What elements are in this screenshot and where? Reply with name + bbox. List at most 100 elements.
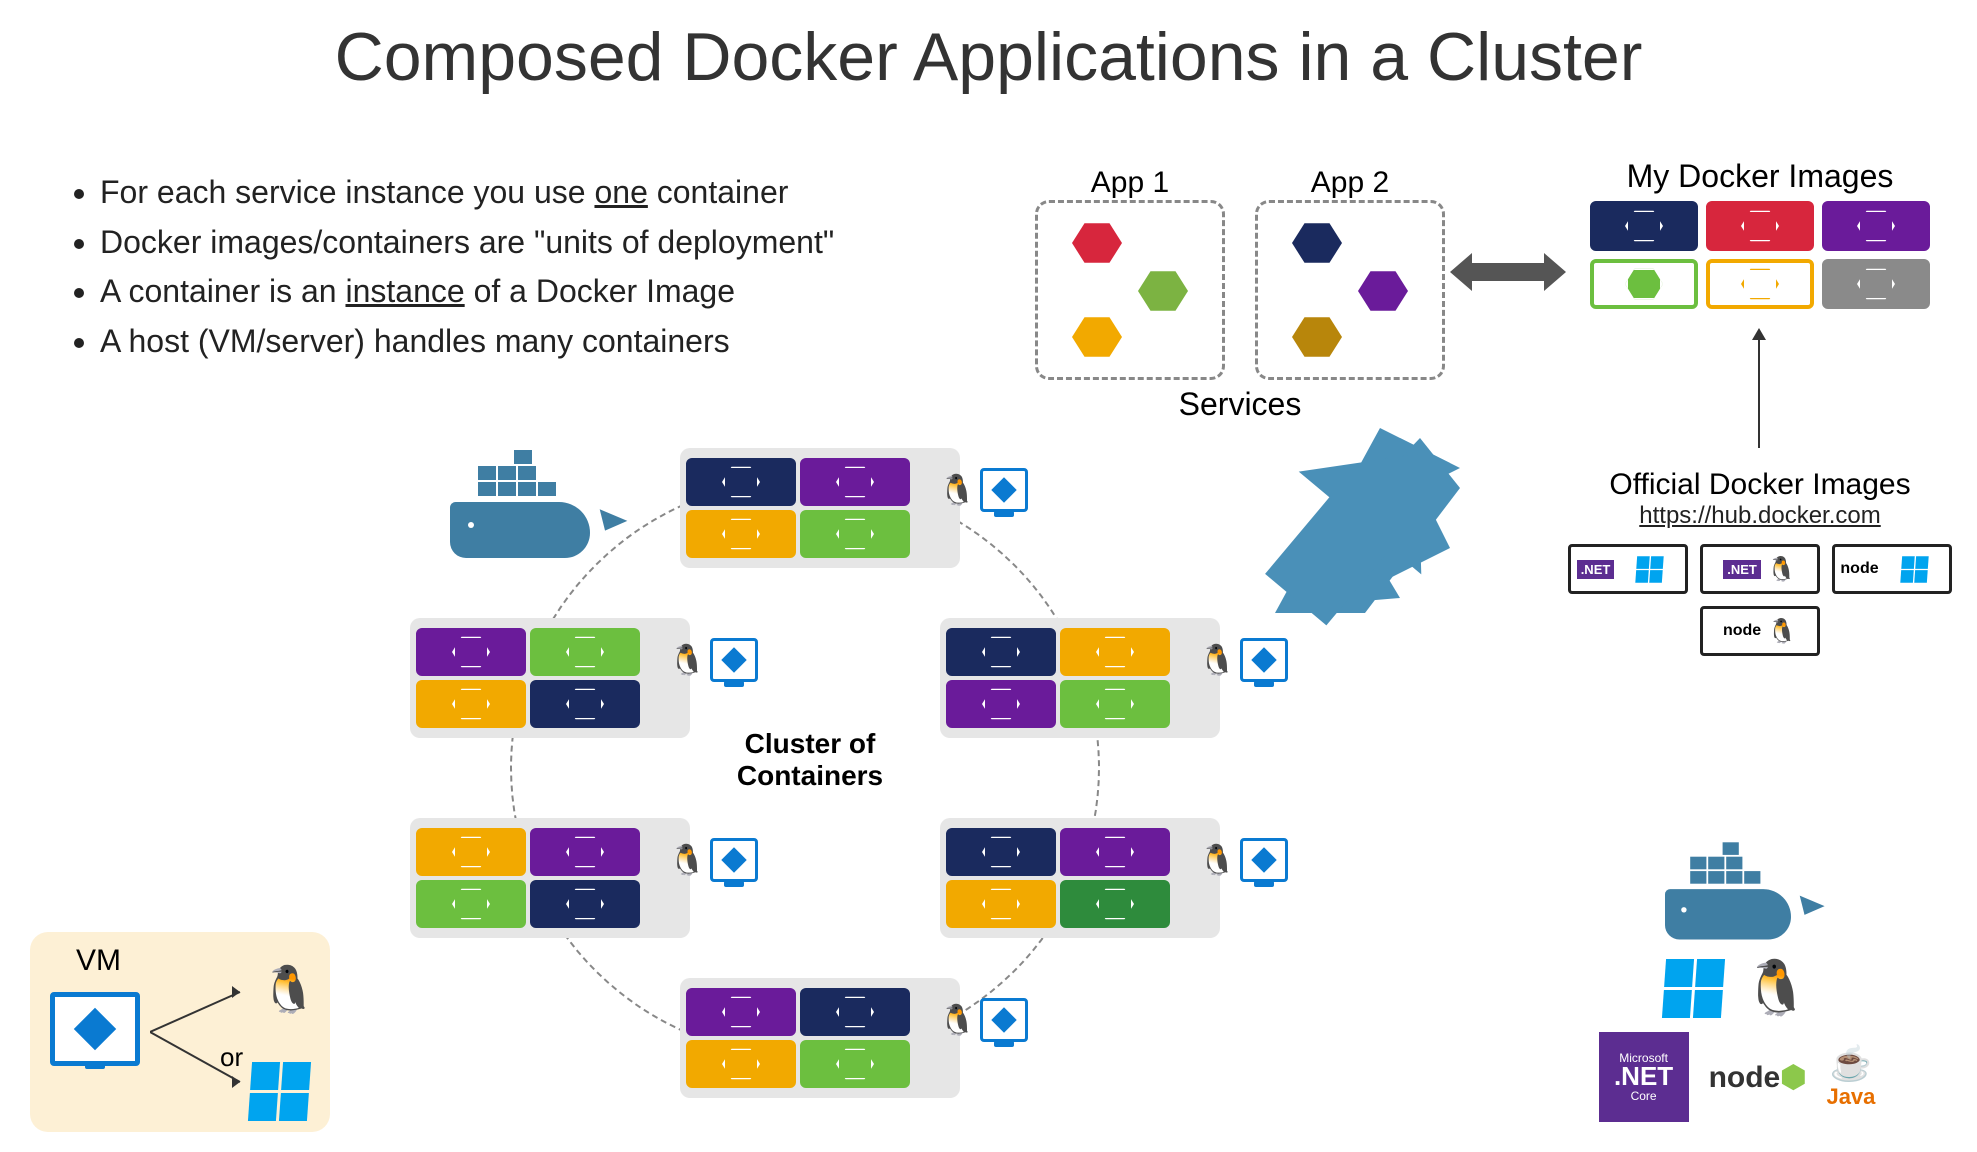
- node-icon: node⬢: [1709, 1060, 1807, 1095]
- bullet-item: A host (VM/server) handles many containe…: [100, 317, 834, 367]
- big-arrow-icon: [1240, 413, 1480, 633]
- container-icon: [686, 1040, 796, 1088]
- bullet-item: A container is an instance of a Docker I…: [100, 267, 834, 317]
- linux-icon: 🐧: [1199, 643, 1236, 678]
- container-icon: [1060, 628, 1170, 676]
- container-icon: [416, 628, 526, 676]
- bullet-underline: one: [594, 174, 647, 210]
- my-docker-images: My Docker Images: [1560, 158, 1960, 309]
- vm-panel: VM 🐧 or: [30, 932, 330, 1132]
- node-os-icons: 🐧: [1199, 838, 1288, 882]
- windows-icon: [1662, 959, 1725, 1018]
- linux-icon: 🐧: [669, 643, 706, 678]
- container-icon: [530, 828, 640, 876]
- arrow-up-icon: [1758, 338, 1760, 448]
- my-docker-title: My Docker Images: [1560, 158, 1960, 195]
- container-icon: [1706, 201, 1814, 251]
- label: Java: [1826, 1084, 1875, 1109]
- bullet-underline: instance: [345, 273, 464, 309]
- hex-icon: [1072, 315, 1122, 359]
- apps-area: App 1 App 2 Services: [1020, 166, 1460, 423]
- vm-monitor-icon: [1240, 838, 1288, 882]
- cluster-area: Cluster of Containers 🐧🐧🐧🐧🐧🐧: [350, 438, 1250, 1078]
- container-icon: [686, 988, 796, 1036]
- container-icon: [1590, 201, 1698, 251]
- official-image-net-linux: .NET 🐧: [1700, 544, 1820, 594]
- cluster-node: 🐧: [940, 818, 1220, 938]
- linux-icon: 🐧: [939, 473, 976, 508]
- app2-label: App 2: [1255, 166, 1445, 200]
- vm-monitor-icon: [710, 638, 758, 682]
- bullet-text: container: [648, 174, 789, 210]
- bullet-text: For each service instance you use: [100, 174, 594, 210]
- bullet-item: Docker images/containers are "units of d…: [100, 218, 834, 268]
- bullet-text: of a Docker Image: [465, 273, 735, 309]
- hex-icon: [1292, 315, 1342, 359]
- cluster-node: 🐧: [680, 978, 960, 1098]
- linux-icon: 🐧: [260, 962, 317, 1017]
- node-os-icons: 🐧: [1199, 638, 1288, 682]
- official-image-net-win: .NET: [1568, 544, 1688, 594]
- container-icon: [530, 680, 640, 728]
- container-icon: [686, 458, 796, 506]
- app1-label: App 1: [1035, 166, 1225, 200]
- container-icon: [800, 1040, 910, 1088]
- container-icon: [416, 680, 526, 728]
- hex-icon: [1358, 269, 1408, 313]
- node-os-icons: 🐧: [939, 468, 1028, 512]
- container-icon: [1822, 201, 1930, 251]
- official-title: Official Docker Images: [1560, 468, 1960, 502]
- linux-icon: 🐧: [1767, 617, 1797, 646]
- cluster-node: 🐧: [940, 618, 1220, 738]
- bullet-text: A host (VM/server) handles many containe…: [100, 323, 730, 359]
- hex-icon: [1138, 269, 1188, 313]
- container-icon: [1060, 680, 1170, 728]
- linux-icon: 🐧: [1199, 843, 1236, 878]
- page-title: Composed Docker Applications in a Cluste…: [0, 18, 1977, 96]
- vm-or: or: [220, 1042, 243, 1073]
- app1-box: [1035, 200, 1225, 380]
- double-arrow-icon: [1470, 263, 1546, 281]
- bullet-text: A container is an: [100, 273, 345, 309]
- official-images: Official Docker Images https://hub.docke…: [1560, 468, 1960, 656]
- cluster-label: Cluster of Containers: [730, 728, 890, 792]
- container-icon: [686, 510, 796, 558]
- container-icon: [416, 880, 526, 928]
- linux-icon: 🐧: [1743, 957, 1810, 1020]
- official-image-node-win: node: [1832, 544, 1952, 594]
- label: Containers: [737, 760, 883, 791]
- label: Core: [1631, 1089, 1657, 1103]
- windows-icon: [1636, 556, 1664, 583]
- label: Cluster of: [745, 728, 876, 759]
- label: .NET: [1723, 560, 1761, 579]
- linux-icon: 🐧: [1767, 555, 1797, 584]
- docker-whale-icon: [1665, 841, 1809, 940]
- hex-icon: [1072, 221, 1122, 265]
- container-icon: [946, 680, 1056, 728]
- linux-icon: 🐧: [669, 843, 706, 878]
- cluster-node: 🐧: [410, 818, 690, 938]
- container-icon: [416, 828, 526, 876]
- official-grid: .NET .NET 🐧 node node 🐧: [1560, 544, 1960, 656]
- tech-logos: 🐧 Microsoft .NET Core node⬢ ☕ Java: [1537, 835, 1937, 1134]
- vm-monitor-icon: [1240, 638, 1288, 682]
- official-image-node-linux: node 🐧: [1700, 606, 1820, 656]
- container-icon: [1060, 880, 1170, 928]
- bullet-item: For each service instance you use one co…: [100, 168, 834, 218]
- container-icon: [946, 880, 1056, 928]
- container-icon: [1822, 259, 1930, 309]
- container-icon: [530, 880, 640, 928]
- node-os-icons: 🐧: [939, 998, 1028, 1042]
- docker-hub-link[interactable]: https://hub.docker.com: [1560, 502, 1960, 530]
- dotnet-core-icon: Microsoft .NET Core: [1599, 1032, 1689, 1122]
- container-icon: [800, 510, 910, 558]
- container-icon: [946, 628, 1056, 676]
- label: .NET: [1577, 560, 1615, 579]
- app2: App 2: [1255, 166, 1445, 380]
- label: node: [1723, 622, 1761, 640]
- container-icon: [1590, 259, 1698, 309]
- cluster-node: 🐧: [680, 448, 960, 568]
- label: node: [1709, 1061, 1781, 1094]
- node-os-icons: 🐧: [669, 638, 758, 682]
- container-icon: [1060, 828, 1170, 876]
